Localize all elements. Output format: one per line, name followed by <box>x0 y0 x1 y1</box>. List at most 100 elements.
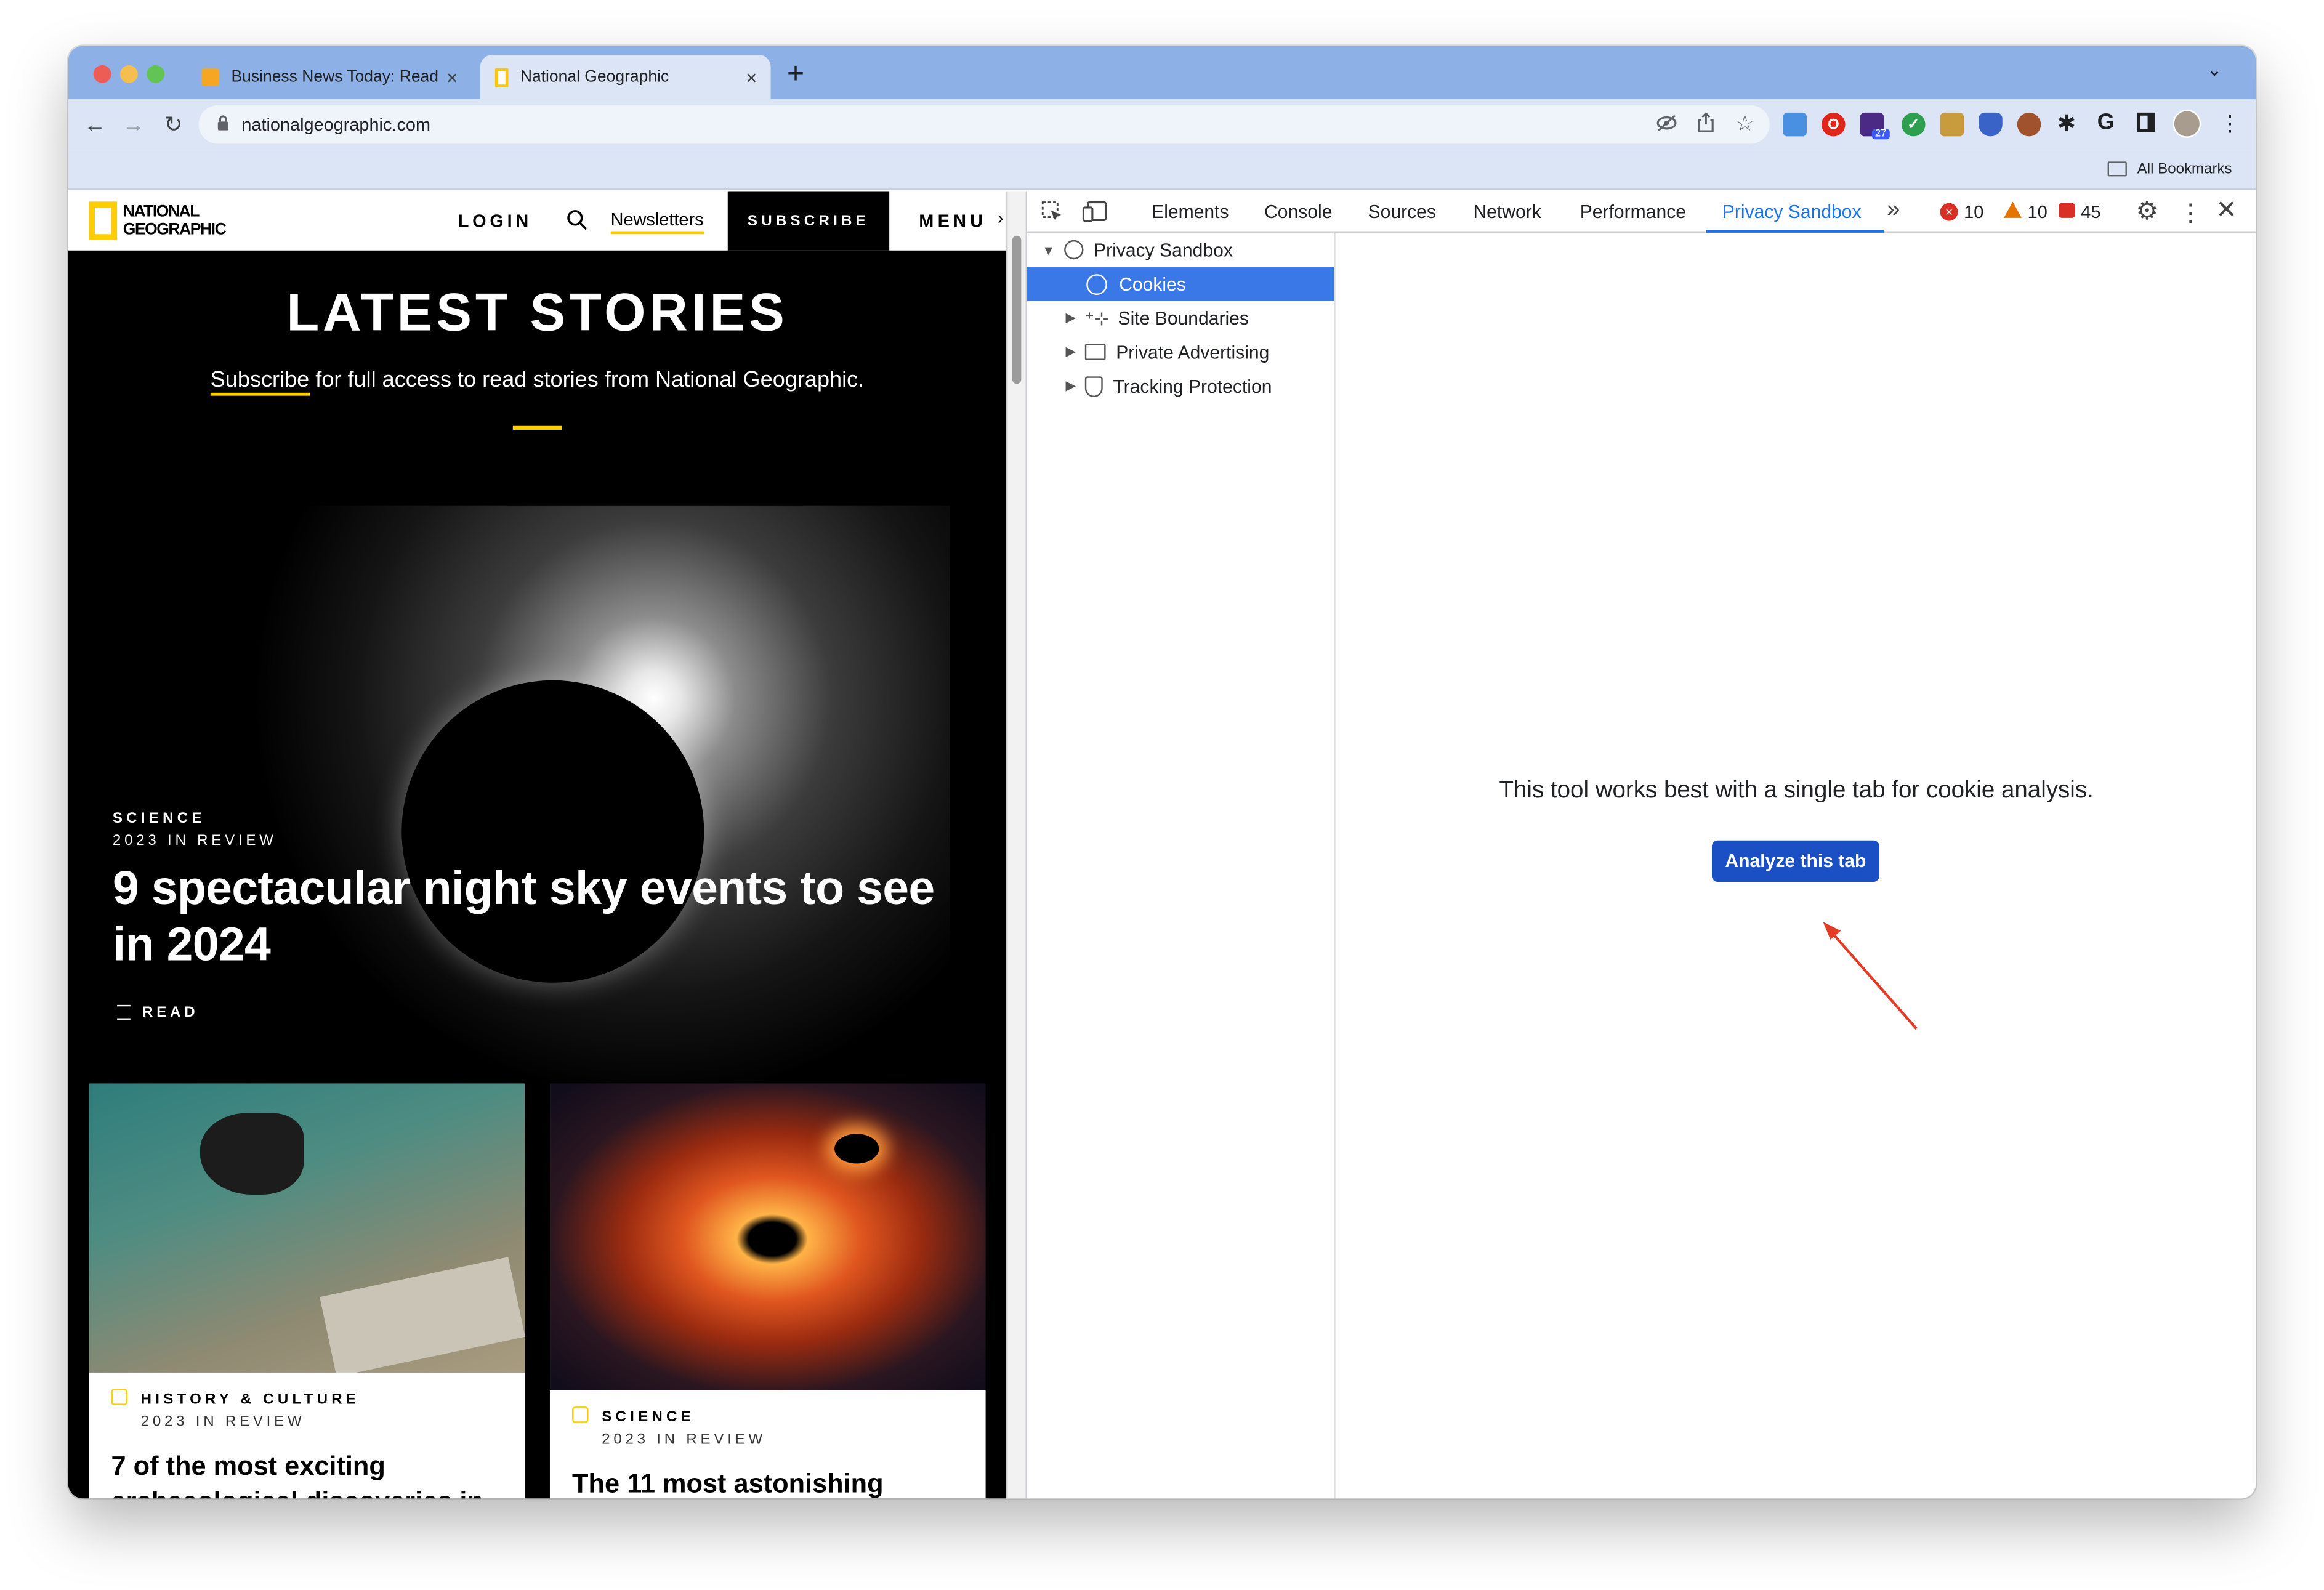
minimize-window-button[interactable] <box>119 65 138 83</box>
tree-label: Private Advertising <box>1116 341 1270 363</box>
tree-label: Tracking Protection <box>1113 376 1272 397</box>
scrollbar-thumb[interactable] <box>1012 235 1022 384</box>
inspect-element-icon[interactable] <box>1041 200 1065 232</box>
devtools-tab-elements[interactable]: Elements <box>1152 191 1229 232</box>
maximize-window-button[interactable] <box>147 65 165 83</box>
page-scrollbar[interactable] <box>1006 191 1026 1499</box>
devtools-panel: Elements Console Sources Network Perform… <box>1025 191 2256 1499</box>
error-icon[interactable]: × <box>1940 203 1958 221</box>
devtools-menu-icon[interactable]: ⋮ <box>2179 199 2203 228</box>
url-text: nationalgeographic.com <box>241 114 431 135</box>
tree-collapsed-icon[interactable]: ▶ <box>1066 344 1076 360</box>
extension-google-icon[interactable]: G <box>2097 110 2115 135</box>
close-devtools-icon[interactable]: ✕ <box>2216 196 2237 225</box>
side-panel-icon[interactable] <box>2137 112 2155 132</box>
avatar[interactable] <box>2173 110 2201 138</box>
login-link[interactable]: LOGIN <box>458 211 532 232</box>
devtools-tab-privacy-sandbox[interactable]: Privacy Sandbox <box>1722 191 1862 232</box>
settings-gear-icon[interactable]: ⚙ <box>2136 197 2158 227</box>
extension-badge: 27 <box>1871 129 1890 140</box>
tree-item-privacy-sandbox[interactable]: ▼ Privacy Sandbox <box>1027 233 1334 267</box>
tab-strip: Business News Today: Read L × National G… <box>68 46 2256 100</box>
tree-expanded-icon[interactable]: ▼ <box>1042 243 1055 257</box>
card-image-diver[interactable] <box>89 1083 525 1377</box>
extension-opera-icon[interactable]: O <box>1822 112 1846 137</box>
bookmarks-bar: All Bookmarks <box>68 150 2256 190</box>
issues-icon[interactable] <box>2059 203 2075 218</box>
device-toolbar-icon[interactable] <box>1082 200 1108 232</box>
natgeo-logo-icon[interactable] <box>89 201 118 240</box>
newsletters-link[interactable]: Newsletters <box>610 209 704 235</box>
hero-title[interactable]: 9 spectacular night sky events to see in… <box>113 860 943 972</box>
analyze-this-tab-button[interactable]: Analyze this tab <box>1711 840 1879 882</box>
card-subcategory: 2023 IN REVIEW <box>602 1432 767 1448</box>
all-bookmarks-button[interactable]: All Bookmarks <box>2137 161 2232 177</box>
extension-box-icon[interactable] <box>1940 112 1964 137</box>
tree-label: Cookies <box>1119 273 1186 294</box>
close-window-button[interactable] <box>93 65 111 83</box>
extension-check-icon[interactable]: ✓ <box>1902 112 1926 137</box>
forward-arrow-icon[interactable]: → <box>117 108 150 141</box>
tree-collapsed-icon[interactable]: ▶ <box>1066 310 1076 326</box>
tree-item-private-advertising[interactable]: ▶ Private Advertising <box>1027 335 1334 369</box>
story-card[interactable]: SCIENCE 2023 IN REVIEW The 11 most aston… <box>549 1390 986 1499</box>
search-icon[interactable] <box>566 209 588 238</box>
lock-icon <box>111 1389 127 1405</box>
browser-menu-icon[interactable]: ⋮ <box>2219 110 2241 137</box>
privacy-sandbox-icon <box>1063 240 1084 260</box>
more-tabs-chevron-icon[interactable]: » <box>1887 197 1900 224</box>
eye-slash-icon[interactable] <box>1655 113 1677 138</box>
tab-title: Business News Today: Read L <box>231 68 442 86</box>
issues-count[interactable]: 45 <box>2081 201 2100 222</box>
devtools-tab-performance[interactable]: Performance <box>1580 191 1686 232</box>
subscribe-link[interactable]: Subscribe <box>210 367 310 396</box>
back-arrow-icon[interactable]: ← <box>79 108 111 141</box>
story-card[interactable]: HISTORY & CULTURE 2023 IN REVIEW 7 of th… <box>89 1372 525 1499</box>
advertising-envelope-icon <box>1084 344 1106 360</box>
devtools-tab-sources[interactable]: Sources <box>1368 191 1436 232</box>
devtools-tab-network[interactable]: Network <box>1473 191 1541 232</box>
extension-cookie-icon[interactable] <box>2017 112 2041 137</box>
subscribe-promo: Subscribe for full access to read storie… <box>68 367 1007 396</box>
subscribe-button[interactable]: SUBSCRIBE <box>727 191 890 251</box>
subscribe-promo-text: for full access to read stories from Nat… <box>309 367 865 393</box>
browser-tab-business-news[interactable]: Business News Today: Read L × <box>187 55 471 99</box>
hero-category[interactable]: SCIENCE <box>113 811 206 827</box>
reload-icon[interactable]: ↻ <box>157 108 190 141</box>
tree-collapsed-icon[interactable]: ▶ <box>1066 378 1076 394</box>
menu-chevron-icon: › <box>997 207 1004 228</box>
read-link[interactable]: READ <box>142 1005 198 1021</box>
extensions-puzzle-icon[interactable]: ✱ <box>2057 110 2076 137</box>
warning-icon[interactable] <box>2004 201 2022 218</box>
close-tab-icon[interactable]: × <box>442 66 462 88</box>
card-title[interactable]: 7 of the most exciting archaeological di… <box>111 1448 512 1498</box>
tab-search-chevron-down-icon[interactable]: ⌄ <box>2207 59 2222 80</box>
extension-shield-icon[interactable] <box>1979 112 2003 137</box>
menu-button[interactable]: MENU <box>919 211 986 232</box>
lock-icon <box>572 1406 589 1423</box>
divider <box>512 425 562 430</box>
site-logo-line1[interactable]: NATIONAL <box>123 203 200 221</box>
tree-item-tracking-protection[interactable]: ▶ Tracking Protection <box>1027 369 1334 403</box>
card-title[interactable]: The 11 most astonishing <box>572 1466 972 1498</box>
browser-tab-national-geographic[interactable]: National Geographic × <box>480 55 771 100</box>
site-header: NATIONAL GEOGRAPHIC LOGIN Newsletters SU… <box>68 191 1007 251</box>
card-category[interactable]: HISTORY & CULTURE <box>141 1392 360 1408</box>
extension-calendar-icon[interactable] <box>1783 112 1807 137</box>
error-count[interactable]: 10 <box>1964 201 1983 222</box>
tree-item-site-boundaries[interactable]: ▶ ⁺⊹ Site Boundaries <box>1027 301 1334 335</box>
bookmark-star-icon[interactable]: ☆ <box>1735 110 1754 137</box>
warning-count[interactable]: 10 <box>2028 201 2048 222</box>
site-logo-line2[interactable]: GEOGRAPHIC <box>123 221 227 239</box>
hero-subcategory: 2023 IN REVIEW <box>112 833 277 850</box>
close-tab-icon[interactable]: × <box>741 66 762 88</box>
share-icon[interactable] <box>1695 111 1716 141</box>
browser-toolbar: ← → ↻ nationalgeographic.com ☆ O 27 ✓ ✱ … <box>68 99 2256 150</box>
address-bar[interactable]: nationalgeographic.com ☆ <box>198 105 1770 144</box>
tree-item-cookies[interactable]: Cookies <box>1027 267 1334 301</box>
devtools-tab-console[interactable]: Console <box>1264 191 1332 232</box>
new-tab-button[interactable]: + <box>787 58 804 92</box>
card-category[interactable]: SCIENCE <box>602 1410 695 1426</box>
card-image-black-holes[interactable] <box>549 1083 986 1390</box>
lock-icon <box>216 114 230 135</box>
